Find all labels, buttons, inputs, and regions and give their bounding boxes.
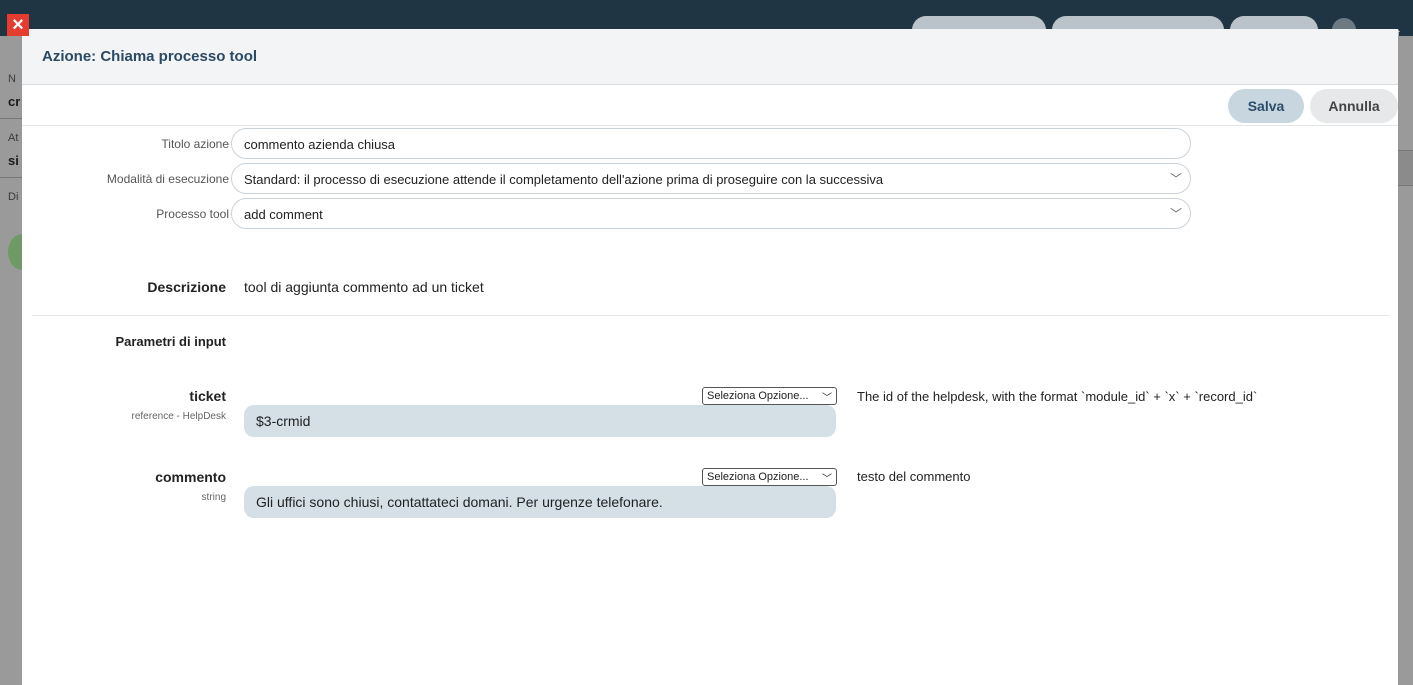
background-value: cr — [8, 94, 21, 109]
modal-title: Azione: Chiama processo tool — [42, 48, 258, 65]
param-type: reference - HelpDesk — [131, 411, 226, 422]
param-description: The id of the helpdesk, with the format … — [857, 389, 1258, 404]
param-name: commento — [155, 469, 226, 485]
background-left-panel: N cr At si Di — [0, 36, 22, 685]
processo-select[interactable]: add comment ﹀ — [231, 198, 1191, 229]
background-label: Di — [8, 191, 19, 203]
modalita-select[interactable]: Standard: il processo di esecuzione atte… — [231, 163, 1191, 194]
params-title: Parametri di input — [115, 334, 226, 349]
param-description: testo del commento — [857, 469, 971, 484]
modalita-label: Modalità di esecuzione — [106, 172, 229, 186]
titolo-label: Titolo azione — [161, 137, 229, 151]
description-text: tool di aggiunta commento ad un ticket — [244, 279, 484, 295]
modal-header: Azione: Chiama processo tool — [22, 29, 1398, 85]
param-option-label: Seleziona Opzione... — [707, 471, 809, 483]
save-button[interactable]: Salva — [1228, 89, 1304, 123]
processo-value: add comment — [244, 207, 323, 222]
param-option-select[interactable]: Seleziona Opzione... ﹀ — [702, 468, 837, 486]
background-right-box — [1398, 150, 1413, 186]
divider — [32, 315, 1390, 316]
modal-toolbar: Salva Annulla — [22, 85, 1398, 126]
description-label: Descrizione — [147, 279, 226, 295]
divider — [0, 177, 22, 178]
form-row-titolo: Titolo azione commento azienda chiusa — [22, 128, 1398, 160]
action-modal: Azione: Chiama processo tool Salva Annul… — [22, 29, 1398, 685]
modalita-value: Standard: il processo di esecuzione atte… — [244, 172, 884, 187]
background-label: At — [8, 132, 19, 144]
cancel-button[interactable]: Annulla — [1310, 89, 1398, 123]
chevron-down-icon: ﹀ — [822, 393, 832, 404]
background-value: si — [8, 153, 19, 168]
form-row-processo: Processo tool add comment ﹀ — [22, 198, 1398, 230]
param-option-select[interactable]: Seleziona Opzione... ﹀ — [702, 387, 837, 405]
background-label: N — [8, 73, 16, 85]
param-value-input[interactable]: Gli uffici sono chiusi, contattateci dom… — [244, 486, 836, 518]
param-type: string — [201, 492, 226, 503]
param-option-label: Seleziona Opzione... — [707, 390, 809, 402]
background-right-panel — [1398, 36, 1413, 685]
param-name: ticket — [189, 388, 226, 404]
close-icon[interactable]: × — [7, 14, 29, 36]
form-row-modalita: Modalità di esecuzione Standard: il proc… — [22, 163, 1398, 195]
chevron-down-icon: ﹀ — [1169, 207, 1182, 221]
processo-label: Processo tool — [156, 207, 229, 221]
chevron-down-icon: ﹀ — [822, 474, 832, 485]
divider — [0, 118, 22, 119]
titolo-input[interactable]: commento azienda chiusa — [231, 128, 1191, 159]
param-value-input[interactable]: $3-crmid — [244, 405, 836, 437]
chevron-down-icon: ﹀ — [1169, 172, 1182, 186]
